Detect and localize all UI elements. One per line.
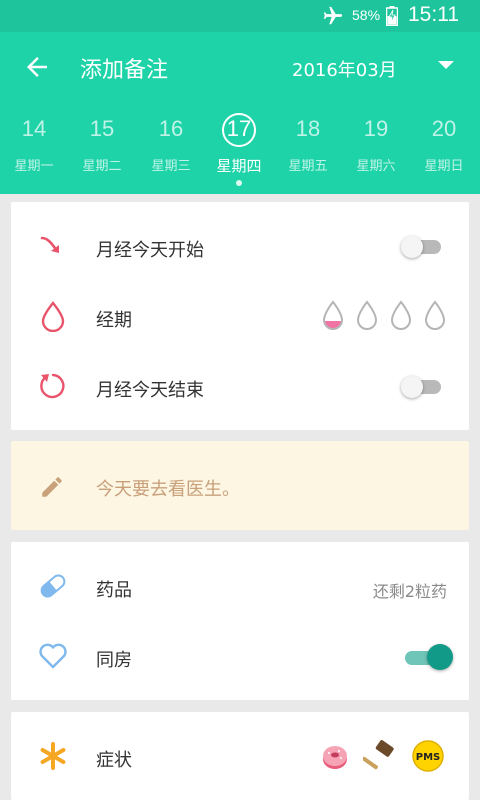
intimacy-label: 同房 [96, 650, 132, 671]
battery-percent: 58% [352, 7, 381, 23]
airplane-icon [323, 6, 343, 25]
day-weekday: 星期五 [288, 159, 328, 174]
period-end-refresh-icon [40, 373, 65, 399]
medicine-row[interactable]: 药品 还剩2粒药 [11, 552, 469, 622]
symptoms-label: 症状 [96, 750, 132, 771]
period-start-arrow-icon [40, 236, 59, 253]
pencil-icon [42, 477, 62, 497]
symptoms-card: 症状 PMS [11, 712, 469, 800]
period-end-label: 月经今天结束 [96, 380, 204, 401]
day-number: 16 [158, 116, 184, 141]
medicine-remaining: 还剩2粒药 [372, 582, 447, 601]
arrow-back-icon[interactable] [22, 52, 52, 82]
period-card: 月经今天开始 经期 月经今天结束 [11, 202, 469, 430]
day-number: 20 [431, 116, 457, 141]
flow-row: 经期 [11, 282, 469, 352]
intimacy-toggle[interactable] [405, 644, 453, 670]
battery-charging-icon [386, 6, 398, 26]
day-15[interactable]: 15 星期二 [68, 114, 136, 184]
period-start-toggle[interactable] [401, 236, 443, 258]
asterisk-icon [40, 742, 66, 770]
intimacy-row[interactable]: 同房 [11, 622, 469, 692]
day-16[interactable]: 16 星期三 [137, 114, 205, 184]
app-bar: 添加备注 2016年03月 [0, 32, 480, 102]
toggle-thumb [427, 644, 453, 670]
day-weekday: 星期二 [82, 159, 122, 174]
selected-day-circle [222, 113, 256, 147]
toggle-thumb [401, 376, 423, 398]
pms-badge-text: PMS [416, 752, 440, 763]
flow-drop-4-icon[interactable] [423, 300, 447, 332]
today-dot [236, 180, 242, 186]
drop-icon [41, 301, 65, 332]
day-20[interactable]: 20 星期日 [410, 114, 478, 184]
medicine-label: 药品 [96, 580, 132, 601]
day-number: 15 [89, 116, 115, 141]
period-end-toggle[interactable] [401, 376, 443, 398]
note-card[interactable]: 今天要去看医生。 [11, 441, 469, 530]
month-selector[interactable]: 2016年03月 [292, 56, 397, 82]
flow-drop-3-icon[interactable] [389, 300, 413, 332]
week-strip: 14 星期一 15 星期二 16 星期三 17 星期四 18 星期五 19 星期… [0, 102, 480, 194]
flow-drop-2-icon[interactable] [355, 300, 379, 332]
donut-icon[interactable] [319, 740, 351, 772]
heart-outline-icon [39, 643, 67, 669]
triangle-down-icon[interactable] [438, 61, 454, 69]
page-title: 添加备注 [80, 58, 169, 83]
day-weekday: 星期六 [356, 159, 396, 174]
toggle-thumb [401, 236, 423, 258]
flow-drop-1-icon[interactable] [321, 300, 345, 332]
day-number: 19 [363, 116, 389, 141]
flow-level-selector [311, 300, 447, 334]
period-start-label: 月经今天开始 [96, 240, 204, 261]
symptoms-row[interactable]: 症状 PMS [11, 722, 469, 792]
meds-card: 药品 还剩2粒药 同房 [11, 542, 469, 700]
pms-badge-icon[interactable]: PMS [411, 739, 445, 773]
day-weekday: 星期日 [424, 159, 464, 174]
day-19[interactable]: 19 星期六 [342, 114, 410, 184]
hammer-icon[interactable] [363, 740, 395, 772]
day-weekday: 星期三 [151, 159, 191, 174]
day-14[interactable]: 14 星期一 [0, 114, 68, 184]
status-bar: 58% 15:11 [0, 0, 480, 32]
day-number: 18 [295, 116, 321, 141]
period-end-row[interactable]: 月经今天结束 [11, 352, 469, 422]
day-weekday: 星期一 [14, 159, 54, 174]
flow-label: 经期 [96, 310, 132, 331]
day-weekday: 星期四 [216, 157, 262, 175]
clock: 15:11 [408, 3, 459, 26]
period-start-row[interactable]: 月经今天开始 [11, 212, 469, 282]
day-number: 14 [21, 116, 47, 141]
pill-icon [40, 574, 66, 598]
day-18[interactable]: 18 星期五 [274, 114, 342, 184]
day-17-selected[interactable]: 17 星期四 [205, 113, 273, 186]
note-text: 今天要去看医生。 [96, 479, 240, 500]
